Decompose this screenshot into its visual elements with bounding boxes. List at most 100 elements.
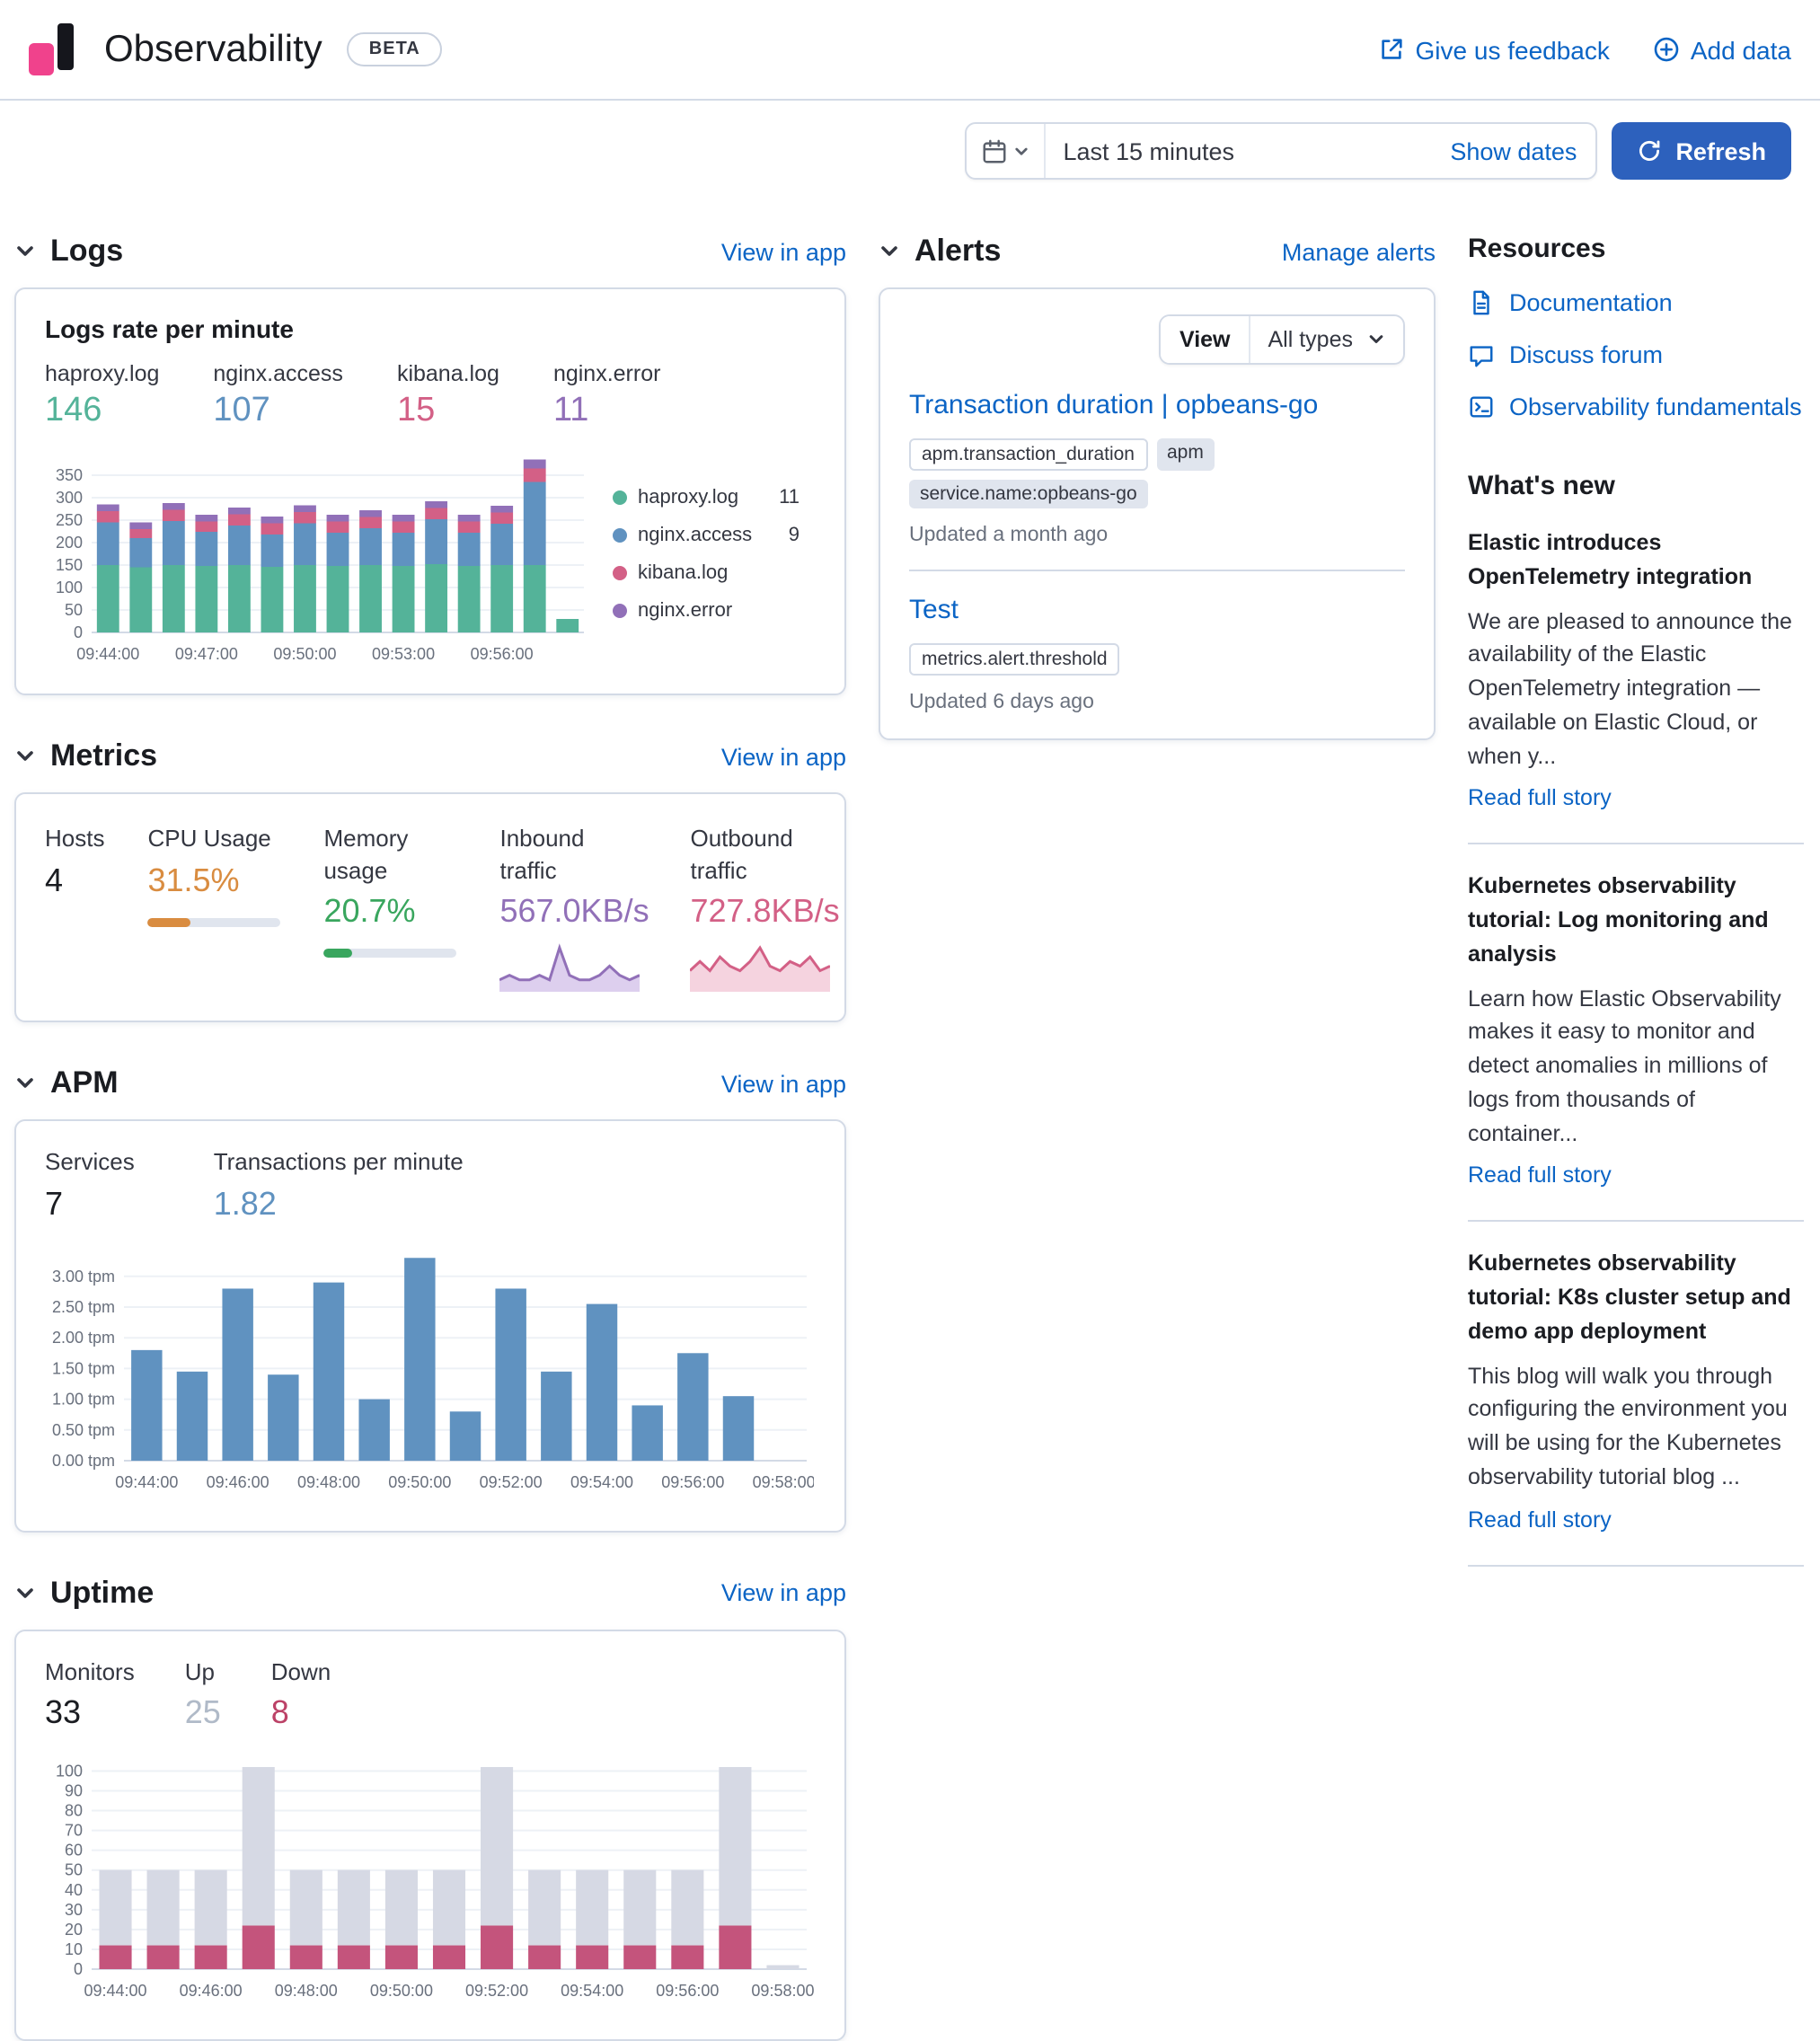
svg-text:09:56:00: 09:56:00 [661, 1472, 724, 1490]
svg-text:100: 100 [56, 1763, 83, 1780]
uptime-section-header: Uptime View in app [14, 1575, 846, 1611]
query-toolbar: Last 15 minutes Show dates Refresh [0, 101, 1820, 198]
metric-inbound-traffic: Inbound traffic 567.0KB/s [499, 823, 647, 992]
discuss-forum-link[interactable]: Discuss forum [1468, 341, 1804, 368]
alerts-column: Alerts Manage alerts View All types [879, 234, 1436, 2041]
metric-transactions-per-minute: Transactions per minute 1.82 [214, 1146, 464, 1223]
time-range-picker[interactable]: Last 15 minutes Show dates [964, 122, 1596, 180]
metrics-view-in-app-link[interactable]: View in app [721, 743, 846, 770]
uptime-section: Uptime View in app Monitors 33 Up 25 [14, 1575, 846, 2041]
metrics-collapse-toggle[interactable] [14, 746, 36, 767]
svg-text:50: 50 [65, 1861, 83, 1879]
uptime-section-title: Uptime [50, 1575, 154, 1611]
memory-progress-track [323, 949, 456, 958]
alert-link[interactable]: Transaction duration | opbeans-go [909, 390, 1318, 420]
app-header: Observability BETA Give us feedback Add … [0, 0, 1820, 101]
alerts-collapse-toggle[interactable] [879, 241, 900, 262]
divider [1468, 1221, 1804, 1223]
svg-text:09:46:00: 09:46:00 [180, 1982, 243, 2000]
alert-type-filter[interactable]: View All types [1160, 314, 1405, 365]
training-icon [1468, 393, 1495, 420]
svg-text:300: 300 [56, 489, 83, 507]
add-data-link[interactable]: Add data [1653, 35, 1791, 64]
svg-text:09:58:00: 09:58:00 [751, 1982, 814, 2000]
refresh-button[interactable]: Refresh [1611, 122, 1791, 180]
apm-view-in-app-link[interactable]: View in app [721, 1070, 846, 1097]
svg-text:09:56:00: 09:56:00 [471, 645, 534, 663]
uptime-view-in-app-link[interactable]: View in app [721, 1579, 846, 1606]
refresh-icon [1636, 138, 1661, 163]
news-item: Elastic introduces OpenTelemetry integra… [1468, 526, 1804, 815]
legend-dot [613, 527, 627, 542]
read-full-story-link[interactable]: Read full story [1468, 1506, 1612, 1532]
svg-text:80: 80 [65, 1802, 83, 1820]
apm-section: APM View in app Services 7 Transactions … [14, 1065, 846, 1532]
stat-nginx-access: nginx.access 107 [213, 361, 343, 431]
manage-alerts-link[interactable]: Manage alerts [1282, 238, 1436, 265]
svg-text:150: 150 [56, 556, 83, 574]
logs-view-in-app-link[interactable]: View in app [721, 238, 846, 265]
alert-type-select[interactable]: All types [1250, 316, 1404, 363]
svg-text:09:44:00: 09:44:00 [115, 1472, 178, 1490]
show-dates-link[interactable]: Show dates [1432, 137, 1595, 164]
metric-services: Services 7 [45, 1146, 135, 1223]
uptime-collapse-toggle[interactable] [14, 1582, 36, 1604]
stat-haproxy: haproxy.log 146 [45, 361, 159, 431]
chevron-down-icon [14, 1582, 36, 1604]
dashboard-content: Logs View in app Logs rate per minute ha… [0, 198, 1820, 2041]
svg-text:250: 250 [56, 511, 83, 529]
svg-text:3.00 tpm: 3.00 tpm [52, 1267, 115, 1285]
stat-nginx-error: nginx.error 11 [553, 361, 661, 431]
plus-circle-icon [1653, 36, 1680, 63]
svg-text:09:56:00: 09:56:00 [656, 1982, 719, 2000]
alerts-section: Alerts Manage alerts View All types [879, 234, 1436, 740]
logs-panel-title: Logs rate per minute [45, 314, 816, 343]
apm-section-title: APM [50, 1065, 119, 1101]
chevron-down-icon [14, 746, 36, 767]
svg-text:20: 20 [65, 1921, 83, 1939]
chevron-down-icon [879, 241, 900, 262]
chevron-down-icon [1367, 331, 1385, 349]
alert-link[interactable]: Test [909, 595, 959, 625]
logs-rate-chart: 05010015020025030035009:44:0009:47:0009:… [45, 438, 591, 668]
logs-collapse-toggle[interactable] [14, 241, 36, 262]
memory-progress-fill [323, 949, 351, 958]
apm-stats: Services 7 Transactions per minute 1.82 [45, 1146, 816, 1223]
svg-text:2.00 tpm: 2.00 tpm [52, 1328, 115, 1346]
time-range-value[interactable]: Last 15 minutes [1045, 137, 1432, 164]
give-feedback-link[interactable]: Give us feedback [1378, 35, 1610, 64]
observability-page: Observability BETA Give us feedback Add … [0, 0, 1820, 1881]
chevron-down-icon [14, 241, 36, 262]
svg-text:09:46:00: 09:46:00 [207, 1472, 269, 1490]
svg-text:09:50:00: 09:50:00 [370, 1982, 433, 2000]
calendar-icon [980, 137, 1007, 164]
view-label: View [1162, 316, 1250, 363]
svg-text:30: 30 [65, 1901, 83, 1919]
metrics-section: Metrics View in app Hosts 4 CPU Usage 31… [14, 738, 846, 1022]
metric-up: Up 25 [185, 1656, 221, 1732]
legend-dot [613, 490, 627, 504]
metric-outbound-traffic: Outbound traffic 727.8KB/s [690, 823, 837, 992]
documentation-link[interactable]: Documentation [1468, 289, 1804, 316]
svg-text:100: 100 [56, 579, 83, 596]
metrics-section-title: Metrics [50, 738, 157, 774]
observability-fundamentals-link[interactable]: Observability fundamentals [1468, 393, 1804, 420]
svg-text:09:52:00: 09:52:00 [480, 1472, 543, 1490]
calendar-dropdown-button[interactable] [966, 124, 1045, 178]
news-item-title: Kubernetes observability tutorial: Log m… [1468, 870, 1804, 972]
read-full-story-link[interactable]: Read full story [1468, 1163, 1612, 1188]
resources-column: Resources Documentation Discuss forum Ob… [1468, 234, 1804, 2041]
read-full-story-link[interactable]: Read full story [1468, 786, 1612, 811]
uptime-stats: Monitors 33 Up 25 Down 8 [45, 1656, 816, 1732]
metric-hosts: Hosts 4 [45, 823, 104, 992]
svg-text:09:50:00: 09:50:00 [273, 645, 336, 663]
cpu-progress-fill [147, 917, 190, 926]
whats-new-title: What's new [1468, 471, 1804, 501]
news-item-title: Kubernetes observability tutorial: K8s c… [1468, 1248, 1804, 1349]
legend-item: nginx.error [613, 599, 800, 621]
svg-text:200: 200 [56, 534, 83, 552]
news-item-body: Learn how Elastic Observability makes it… [1468, 982, 1804, 1151]
divider [1468, 844, 1804, 845]
metric-monitors: Monitors 33 [45, 1656, 135, 1732]
apm-collapse-toggle[interactable] [14, 1073, 36, 1094]
